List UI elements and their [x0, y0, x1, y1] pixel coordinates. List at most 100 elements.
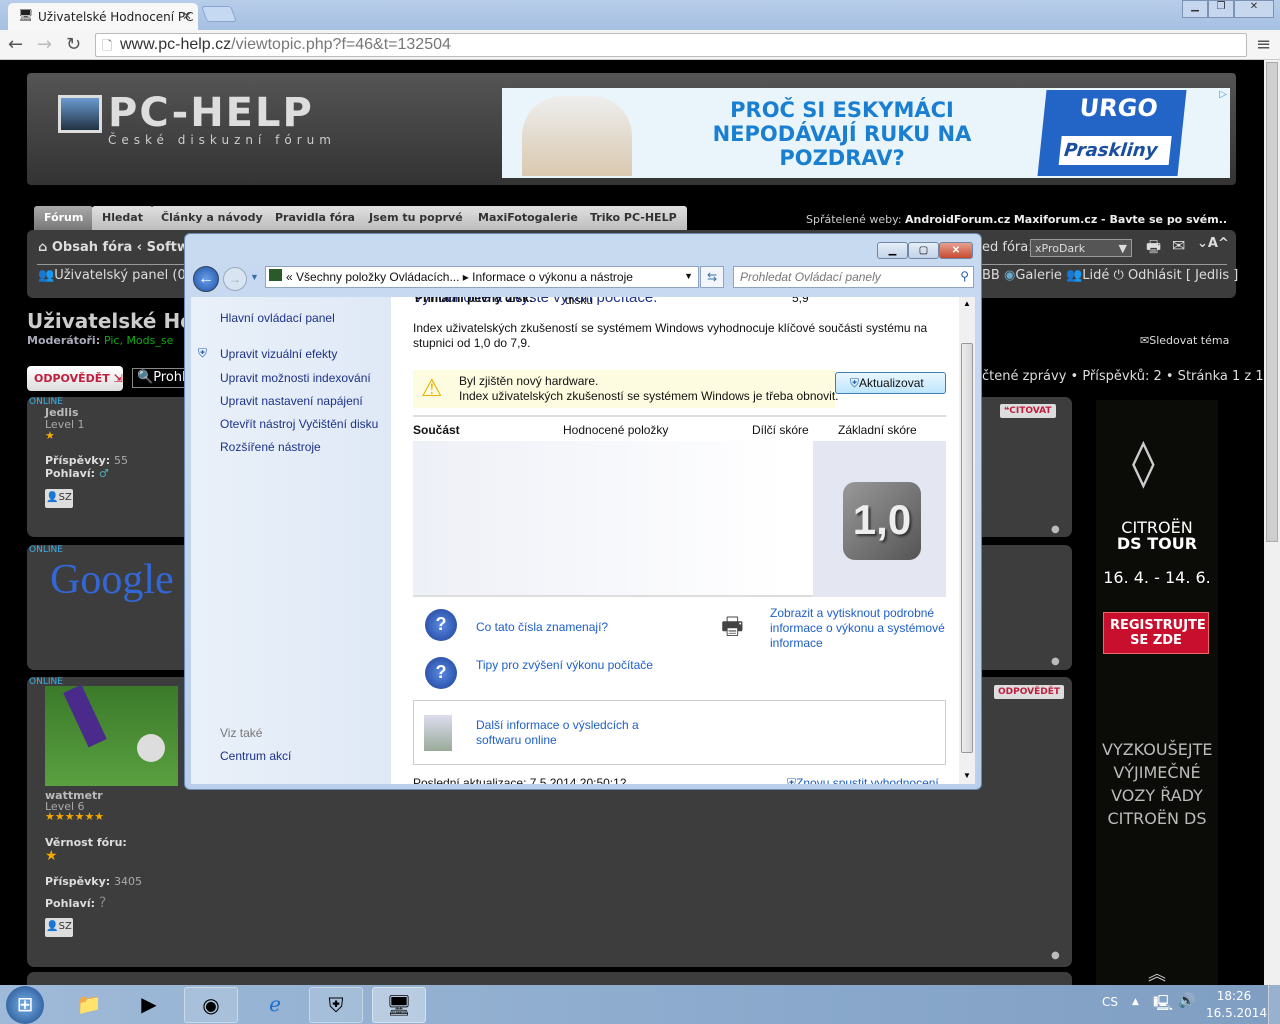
rerun-assessment-link[interactable]: ⛨Znovu spustit vyhodnocení	[787, 776, 939, 784]
quote-button[interactable]: ❝CITOVAT	[1000, 404, 1056, 418]
email-icon[interactable]: ✉	[1172, 236, 1185, 255]
crumb-all-items[interactable]: Všechny položky Ovládacích...	[296, 270, 459, 284]
chevron-down-icon[interactable]: ▼	[684, 271, 693, 281]
link-print-details[interactable]: Zobrazit a vytisknout podrobné informace…	[770, 606, 950, 651]
dialog-maximize-button[interactable]: ▢	[908, 242, 939, 259]
menu-icon[interactable]: ≡	[1256, 34, 1271, 55]
private-message-button[interactable]: 👤SZ	[45, 918, 73, 937]
show-hidden-icons[interactable]: ▲	[1132, 997, 1139, 1007]
tab-shirt[interactable]: Triko PC-HELP	[580, 206, 687, 230]
dialog-scrollbar[interactable]: ▲ ▼	[959, 297, 975, 784]
scroll-top-icon[interactable]: ●	[1051, 656, 1060, 667]
tab-forum[interactable]: Fórum	[34, 206, 94, 230]
link-visual-effects[interactable]: Upravit vizuální efekty	[220, 347, 337, 361]
maximize-button[interactable]: ❐	[1208, 0, 1234, 18]
gallery-link[interactable]: Galerie	[1015, 268, 1062, 283]
tab-articles[interactable]: Články a návody	[151, 206, 273, 230]
back-icon[interactable]: ←	[8, 34, 23, 55]
tab-search[interactable]: Hledat	[92, 206, 153, 230]
rank-stars: ★★★★★★	[45, 810, 105, 823]
reply-quote-button[interactable]: ODPOVĚDĚT	[994, 685, 1064, 699]
tab-rules[interactable]: Pravidla fóra	[265, 206, 365, 230]
font-size-control[interactable]: ⌄A^	[1197, 236, 1229, 251]
chrome-icon[interactable]: ◉	[184, 987, 238, 1023]
close-window-button[interactable]: ✕	[1234, 0, 1274, 18]
network-icon[interactable]: 🖳	[1153, 993, 1173, 1018]
watch-topic-link[interactable]: ✉Sledovat téma	[1140, 334, 1229, 347]
crumb-performance[interactable]: Informace o výkonu a nástroje	[472, 270, 633, 284]
browser-tab[interactable]: 🖥 Uživatelské Hodnocení PC ✕	[8, 3, 198, 30]
address-bar[interactable]: 🗋 www.pc-help.cz/viewtopic.php?f=46&t=132…	[95, 33, 1247, 57]
link-advanced-tools[interactable]: Rozšířené nástroje	[220, 440, 321, 454]
scroll-up-icon[interactable]: ▲	[963, 299, 971, 308]
people-icon: 👥	[1066, 268, 1083, 283]
scroll-thumb[interactable]	[961, 343, 973, 753]
ad-banner[interactable]: PROČ SI ESKYMÁCI NEPODÁVAJÍ RUKU NA POZD…	[502, 88, 1230, 178]
reload-icon[interactable]: ↻	[66, 34, 81, 55]
breadcrumb[interactable]: ⌂ Obsah fóra ‹ Softwa	[38, 240, 198, 255]
site-logo[interactable]: PC-HELP	[108, 90, 314, 136]
minimize-button[interactable]: ▁	[1182, 0, 1208, 18]
new-tab-button[interactable]	[201, 6, 237, 22]
link-performance-tips[interactable]: Tipy pro zvýšení výkonu počítače	[476, 658, 653, 672]
style-select[interactable]: xProDark ▼	[1030, 239, 1132, 257]
scroll-top-icon[interactable]: ●	[1051, 524, 1060, 535]
people-link[interactable]: Lidé	[1082, 268, 1109, 283]
dialog-address-bar[interactable]: « Všechny položky Ovládacích... ▸ Inform…	[265, 266, 699, 288]
link-action-center[interactable]: Centrum akcí	[220, 749, 291, 763]
watch-topic-text[interactable]: Sledovat téma	[1149, 334, 1229, 347]
bb-link[interactable]: BB	[982, 268, 1000, 283]
media-player-icon[interactable]: ▶	[122, 987, 176, 1023]
dialog-search-input[interactable]: Prohledat Ovládací panely ⚲	[733, 266, 974, 288]
user-panel-text[interactable]: Uživatelský panel (0 n	[54, 268, 198, 283]
link-power[interactable]: Upravit nastavení napájení	[220, 394, 363, 408]
link-what-numbers-mean[interactable]: Co tato čísla znamenají?	[476, 620, 608, 634]
private-message-button[interactable]: 👤SZ	[45, 489, 73, 508]
link-control-panel-home[interactable]: Hlavní ovládací panel	[220, 311, 335, 325]
ad-dates: 16. 4. - 14. 6.	[1103, 568, 1211, 587]
link-indexing[interactable]: Upravit možnosti indexování	[220, 371, 371, 385]
language-indicator[interactable]: CS	[1102, 995, 1118, 1009]
friend-link-maxiforum[interactable]: Maxiforum.cz - Bavte se po svém..	[1014, 213, 1227, 226]
tab-gallery[interactable]: MaxiFotogalerie	[468, 206, 588, 230]
page-scrollbar[interactable]	[1264, 60, 1280, 985]
print-icon[interactable]: 🖶	[1146, 236, 1161, 263]
clock[interactable]: 18:26 16.5.2014	[1206, 989, 1267, 1020]
link-disk-cleanup[interactable]: Otevřít nástroj Vyčištění disku	[220, 417, 378, 431]
explorer-icon[interactable]: 📁	[62, 987, 116, 1023]
ad-register-button[interactable]: REGISTRUJTE SE ZDE	[1103, 612, 1209, 654]
internet-explorer-icon[interactable]: ℯ	[248, 987, 302, 1023]
link-online-info[interactable]: Další informace o výsledcích a softwaru …	[476, 718, 656, 748]
tab-first-time[interactable]: Jsem tu poprvé	[359, 206, 473, 230]
forward-icon[interactable]: →	[37, 34, 52, 55]
world-of-tanks-icon[interactable]: ⛨	[309, 987, 363, 1023]
moderators-list[interactable]: Pic, Mods_se	[104, 334, 173, 347]
ad-tagline: VYZKOUŠEJTE VÝJIMEČNÉ VOZY ŘADY CITROËN …	[1102, 740, 1213, 828]
dialog-close-button[interactable]: ✕	[939, 242, 973, 259]
reply-button[interactable]: ODPOVĚDĚT ⇲	[27, 366, 123, 391]
show-desktop-button[interactable]	[1268, 985, 1280, 1024]
recent-pages-icon[interactable]: ▼	[250, 272, 259, 282]
update-button[interactable]: ⛨Aktualizovat	[835, 372, 946, 394]
control-panel-icon[interactable]: 🖥	[372, 987, 426, 1023]
breadcrumb-link[interactable]: Obsah fóra ‹ Softwa	[52, 240, 198, 255]
logout-link[interactable]: Odhlásit [ Jedlis ]	[1128, 268, 1238, 283]
forward-icon[interactable]: →	[223, 267, 247, 291]
user-panel-link[interactable]: 👥Uživatelský panel (0 n	[38, 268, 198, 283]
see-also-heading: Viz také	[220, 726, 263, 740]
friend-link-android[interactable]: AndroidForum.cz	[905, 213, 1010, 226]
citroen-ad[interactable]: ◊ CITROËN DS TOUR 16. 4. - 14. 6. REGIST…	[1096, 400, 1218, 985]
volume-icon[interactable]: 🔊	[1178, 993, 1195, 1009]
chevron-up-icon[interactable]: ︽	[1096, 960, 1218, 986]
dialog-minimize-button[interactable]: ▁	[877, 242, 908, 259]
scroll-top-icon[interactable]: ●	[1051, 950, 1060, 961]
software-box-icon	[424, 715, 452, 751]
close-tab-icon[interactable]: ✕	[182, 9, 192, 23]
scroll-down-icon[interactable]: ▼	[963, 771, 971, 780]
topic-search-input[interactable]: 🔍Prohl	[132, 368, 192, 388]
refresh-icon[interactable]: ⇆	[700, 266, 724, 288]
back-icon[interactable]: ←	[193, 266, 219, 292]
tab-title: Uživatelské Hodnocení PC	[38, 10, 194, 24]
adchoices-icon[interactable]: ▷	[1219, 89, 1227, 100]
start-button[interactable]: ⊞	[6, 986, 44, 1024]
